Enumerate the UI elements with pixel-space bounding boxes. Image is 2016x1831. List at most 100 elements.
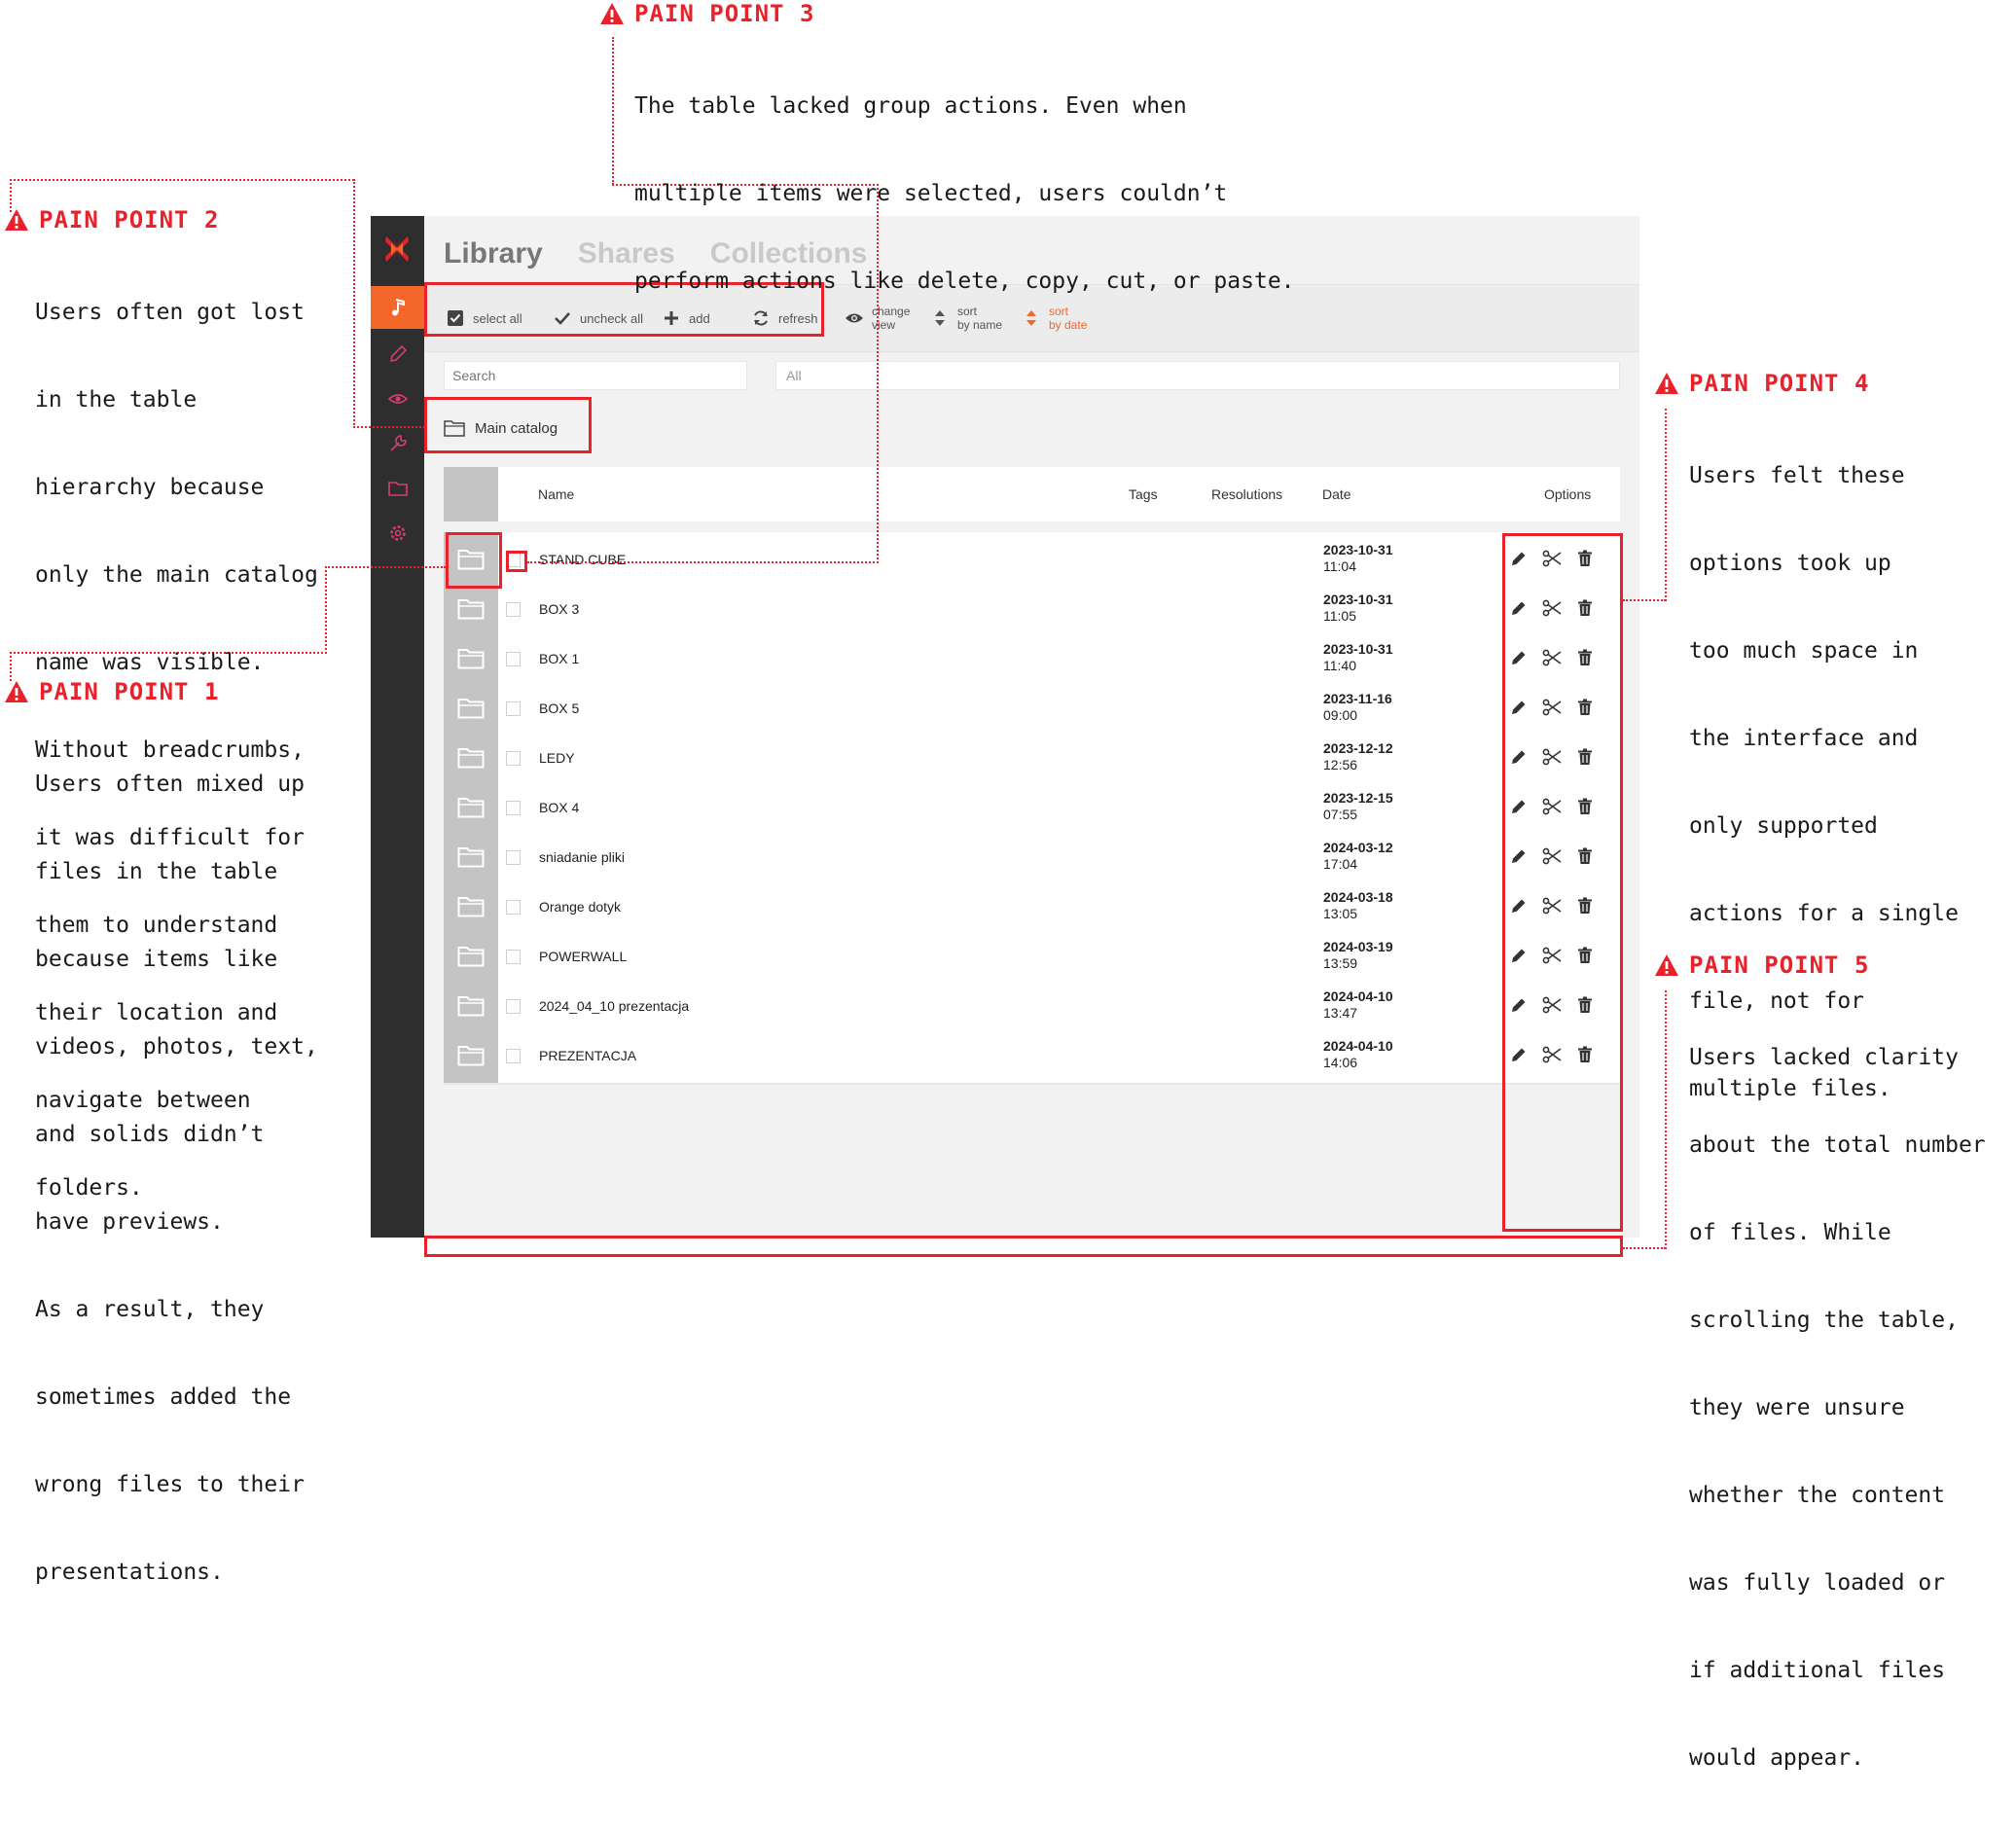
folder-thumbnail[interactable] <box>444 880 498 934</box>
cut-icon[interactable] <box>1541 994 1563 1016</box>
text-line: would appear. <box>1689 1745 1865 1771</box>
delete-icon[interactable] <box>1574 647 1596 668</box>
cut-icon[interactable] <box>1541 796 1563 817</box>
folder-thumbnail[interactable] <box>444 830 498 884</box>
sidebar-item-settings[interactable] <box>371 512 424 555</box>
delete-icon[interactable] <box>1574 994 1596 1016</box>
cut-icon[interactable] <box>1541 895 1563 916</box>
delete-icon[interactable] <box>1574 845 1596 867</box>
edit-icon[interactable] <box>1508 1044 1530 1065</box>
row-name[interactable]: POWERWALL <box>539 929 627 984</box>
row-checkbox[interactable] <box>506 553 521 567</box>
table-row[interactable]: sniadanie pliki 2024-03-12 17:04 <box>444 830 1620 884</box>
sidebar-item-folders[interactable] <box>371 467 424 510</box>
table-row[interactable]: BOX 3 2023-10-31 11:05 <box>444 582 1620 636</box>
row-checkbox[interactable] <box>506 950 521 964</box>
breadcrumb[interactable]: Main catalog <box>444 409 558 448</box>
row-checkbox[interactable] <box>506 602 521 617</box>
row-checkbox[interactable] <box>506 751 521 766</box>
delete-icon[interactable] <box>1574 796 1596 817</box>
row-name[interactable]: sniadanie pliki <box>539 830 625 884</box>
sidebar-item-preview[interactable] <box>371 377 424 420</box>
folder-thumbnail[interactable] <box>444 979 498 1033</box>
cut-icon[interactable] <box>1541 548 1563 569</box>
table-row[interactable]: POWERWALL 2024-03-19 13:59 <box>444 929 1620 984</box>
cut-icon[interactable] <box>1541 697 1563 718</box>
cut-icon[interactable] <box>1541 647 1563 668</box>
connector-line <box>353 179 355 428</box>
table-row[interactable]: BOX 4 2023-12-15 07:55 <box>444 780 1620 835</box>
delete-icon[interactable] <box>1574 597 1596 619</box>
row-checkbox[interactable] <box>506 900 521 915</box>
edit-icon[interactable] <box>1508 597 1530 619</box>
row-checkbox[interactable] <box>506 1049 521 1063</box>
row-name[interactable]: BOX 3 <box>539 582 579 636</box>
row-checkbox[interactable] <box>506 801 521 815</box>
sidebar-item-tools[interactable] <box>371 422 424 465</box>
edit-icon[interactable] <box>1508 845 1530 867</box>
edit-icon[interactable] <box>1508 895 1530 916</box>
folder-icon <box>457 797 485 818</box>
row-checkbox[interactable] <box>506 850 521 865</box>
logo-icon[interactable] <box>382 233 412 265</box>
search-input[interactable] <box>444 361 747 390</box>
row-name[interactable]: PREZENTACJA <box>539 1028 636 1083</box>
sidebar-item-media[interactable] <box>371 286 424 329</box>
cut-icon[interactable] <box>1541 597 1563 619</box>
folder-icon <box>457 846 485 868</box>
row-name[interactable]: STAND CUBE <box>539 532 626 587</box>
row-name[interactable]: LEDY <box>539 731 575 785</box>
row-checkbox[interactable] <box>506 999 521 1014</box>
row-checkbox[interactable] <box>506 701 521 716</box>
table-row[interactable]: LEDY 2023-12-12 12:56 <box>444 731 1620 785</box>
select-all-button[interactable]: select all <box>446 285 522 351</box>
table-row[interactable]: BOX 5 2023-11-16 09:00 <box>444 681 1620 736</box>
folder-thumbnail[interactable] <box>444 582 498 636</box>
row-name[interactable]: BOX 4 <box>539 780 579 835</box>
folder-thumbnail[interactable] <box>444 929 498 984</box>
row-date-day: 2024-03-12 <box>1323 840 1393 855</box>
row-checkbox[interactable] <box>506 652 521 666</box>
row-name[interactable]: 2024_04_10 prezentacja <box>539 979 689 1033</box>
cut-icon[interactable] <box>1541 1044 1563 1065</box>
folder-thumbnail[interactable] <box>444 681 498 736</box>
row-name[interactable]: BOX 5 <box>539 681 579 736</box>
row-name[interactable]: BOX 1 <box>539 631 579 686</box>
delete-icon[interactable] <box>1574 945 1596 966</box>
edit-icon[interactable] <box>1508 994 1530 1016</box>
folder-thumbnail[interactable] <box>444 780 498 835</box>
folder-thumbnail[interactable] <box>444 532 498 587</box>
column-tags[interactable]: Tags <box>1129 467 1158 521</box>
column-date[interactable]: Date <box>1322 467 1351 521</box>
filter-select[interactable]: All <box>775 361 1620 390</box>
folder-thumbnail[interactable] <box>444 1028 498 1083</box>
tab-library[interactable]: Library <box>444 237 543 270</box>
delete-icon[interactable] <box>1574 697 1596 718</box>
table-row[interactable]: PREZENTACJA 2024-04-10 14:06 <box>444 1028 1620 1083</box>
table-row[interactable]: 2024_04_10 prezentacja 2024-04-10 13:47 <box>444 979 1620 1033</box>
delete-icon[interactable] <box>1574 548 1596 569</box>
edit-icon[interactable] <box>1508 796 1530 817</box>
delete-icon[interactable] <box>1574 1044 1596 1065</box>
edit-icon[interactable] <box>1508 697 1530 718</box>
edit-icon[interactable] <box>1508 945 1530 966</box>
table-row[interactable]: Orange dotyk 2024-03-18 13:05 <box>444 880 1620 934</box>
text-line: was fully loaded or <box>1689 1570 1946 1596</box>
edit-icon[interactable] <box>1508 647 1530 668</box>
column-options: Options <box>1544 486 1592 502</box>
folder-thumbnail[interactable] <box>444 731 498 785</box>
cut-icon[interactable] <box>1541 945 1563 966</box>
folder-thumbnail[interactable] <box>444 631 498 686</box>
edit-icon[interactable] <box>1508 548 1530 569</box>
table-row[interactable]: STAND CUBE 2023-10-31 11:04 <box>444 532 1620 587</box>
column-resolutions[interactable]: Resolutions <box>1211 467 1282 521</box>
sidebar-item-edit[interactable] <box>371 333 424 376</box>
cut-icon[interactable] <box>1541 746 1563 768</box>
row-name[interactable]: Orange dotyk <box>539 880 621 934</box>
table-row[interactable]: BOX 1 2023-10-31 11:40 <box>444 631 1620 686</box>
edit-icon[interactable] <box>1508 746 1530 768</box>
delete-icon[interactable] <box>1574 895 1596 916</box>
cut-icon[interactable] <box>1541 845 1563 867</box>
column-name[interactable]: Name <box>538 467 574 521</box>
delete-icon[interactable] <box>1574 746 1596 768</box>
